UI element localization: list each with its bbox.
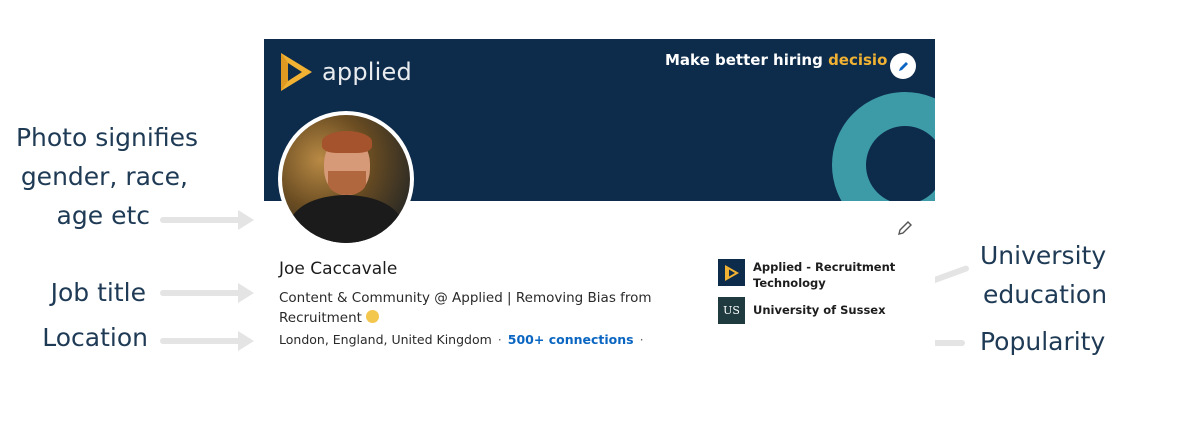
profile-location: London, England, United Kingdom xyxy=(279,332,492,347)
experience-item-applied[interactable]: Applied - Recruitment Technology xyxy=(718,259,903,291)
experience-label: Applied - Recruitment Technology xyxy=(753,260,896,290)
annotation-photo-line-2: gender, race, xyxy=(20,162,188,191)
annotation-job-title: Job title xyxy=(50,278,146,307)
applied-logo: applied xyxy=(278,51,412,93)
pencil-icon xyxy=(898,61,908,71)
arrow-photo xyxy=(160,210,254,230)
logo-text: applied xyxy=(322,58,412,86)
profile-headline: Content & Community @ Applied | Removing… xyxy=(279,288,679,328)
headline-text: Content & Community @ Applied | Removing… xyxy=(279,290,652,326)
avatar xyxy=(282,115,410,243)
banner-tagline: Make better hiring decisio xyxy=(665,51,887,69)
applied-play-logo-icon xyxy=(281,53,312,91)
connections-link[interactable]: 500+ connections xyxy=(508,332,634,347)
us-logo-text: US xyxy=(723,304,740,317)
play-logo-icon xyxy=(724,264,739,281)
arrow-job-title xyxy=(160,283,254,303)
tagline-accent: decisio xyxy=(828,51,888,69)
tagline-main: Make better hiring xyxy=(665,51,829,69)
us-logo: US xyxy=(718,297,745,324)
annotation-university: University education xyxy=(980,236,1107,314)
annotation-university-line-1: University xyxy=(980,241,1107,270)
profile-card: applied Make better hiring decisio Joe C… xyxy=(264,39,935,359)
edit-banner-button[interactable] xyxy=(890,53,916,79)
experience-item-university[interactable]: US University of Sussex xyxy=(718,297,903,324)
profile-name: Joe Caccavale xyxy=(279,259,398,279)
decorative-ring xyxy=(832,92,935,201)
annotation-popularity: Popularity xyxy=(980,327,1106,356)
edit-profile-pencil-icon[interactable] xyxy=(896,219,914,237)
location-row: London, England, United Kingdom · 500+ con… xyxy=(279,332,650,347)
hand-emoji-icon xyxy=(366,310,380,323)
arrow-location xyxy=(160,331,254,351)
separator: · xyxy=(497,332,502,347)
annotation-location: Location xyxy=(42,323,148,352)
profile-photo[interactable] xyxy=(278,111,414,247)
annotation-photo-line-1: Photo signifies xyxy=(15,123,198,152)
separator-2: · xyxy=(639,332,644,347)
annotation-university-line-2: education xyxy=(983,280,1108,309)
university-label: University of Sussex xyxy=(753,303,886,317)
applied-play-logo xyxy=(718,259,745,286)
